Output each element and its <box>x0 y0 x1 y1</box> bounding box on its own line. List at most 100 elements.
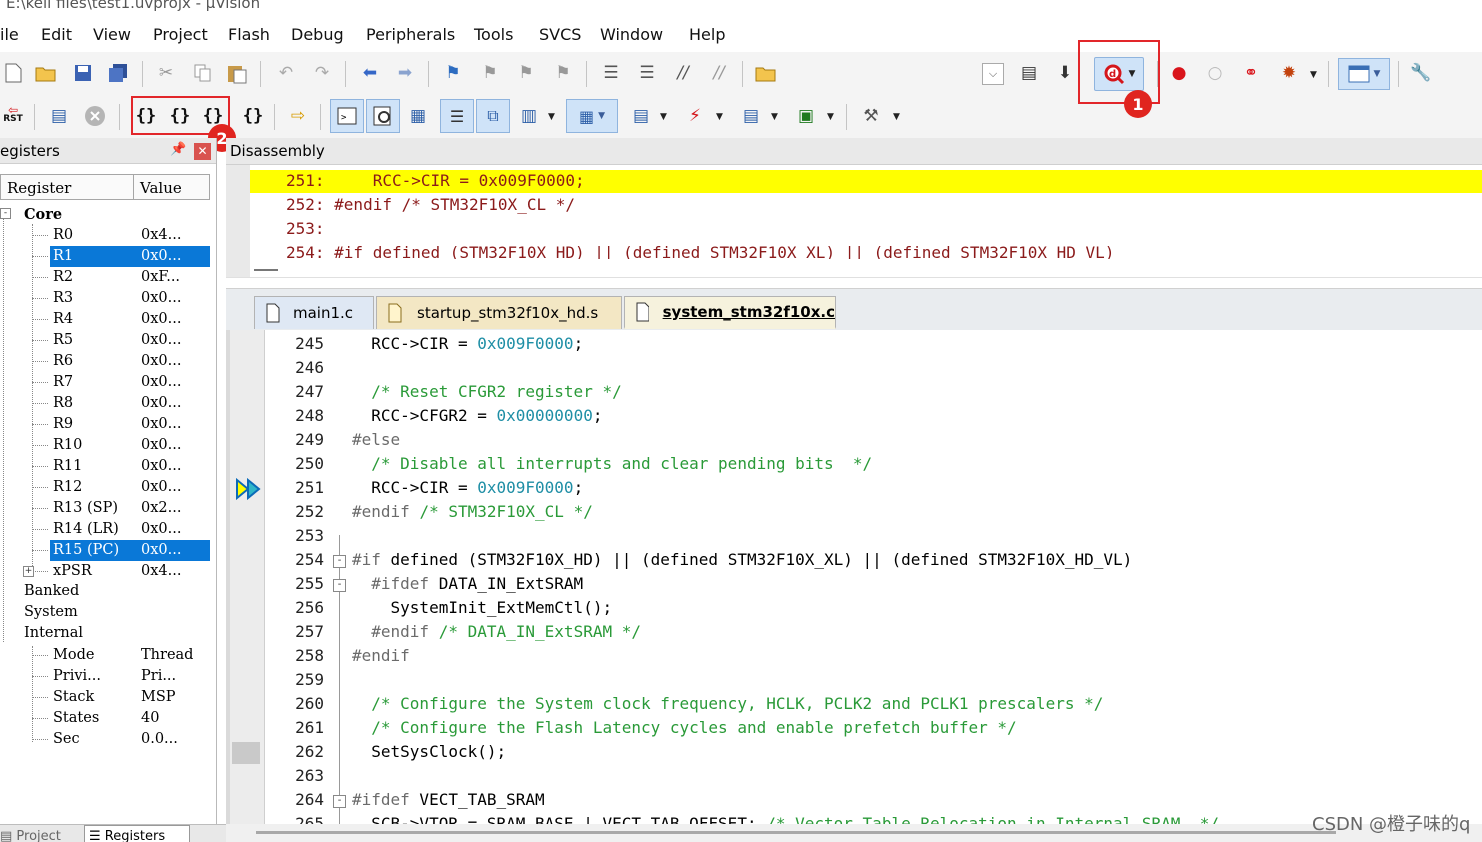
window-layout-button[interactable]: ▼ <box>1338 58 1390 90</box>
column-header-value[interactable]: Value <box>133 174 210 200</box>
code-line[interactable]: #endif <box>352 646 410 665</box>
trace-window-icon[interactable]: ▤ <box>738 103 764 129</box>
cut-icon[interactable]: ✂ <box>153 60 179 86</box>
target-dropdown[interactable]: ⌵ <box>982 63 1004 85</box>
code-line[interactable]: SCB->VTOR = SRAM_BASE | VECT_TAB_OFFSET;… <box>352 814 1219 824</box>
symbols-window-icon[interactable]: ▦ <box>405 103 431 129</box>
disassembly-line[interactable]: 254: #if defined (STM32F10X_HD) || (defi… <box>286 243 1114 259</box>
code-line[interactable]: /* Configure the System clock frequency,… <box>352 694 1103 713</box>
register-value[interactable]: 0x0... <box>141 477 181 498</box>
show-next-statement-icon[interactable]: ⇨ <box>285 103 311 129</box>
run-to-cursor-icon[interactable]: {} <box>240 103 266 129</box>
menu-project[interactable]: Project <box>153 25 208 44</box>
menu-tools[interactable]: Tools <box>474 25 513 44</box>
redo-icon[interactable]: ↷ <box>309 60 335 86</box>
run-icon[interactable]: ▤ <box>46 103 72 129</box>
register-value[interactable]: 0x0... <box>141 435 181 456</box>
collapse-core-icon[interactable]: - <box>0 208 11 219</box>
clear-bookmarks-icon[interactable]: ⚑ <box>550 60 576 86</box>
register-value[interactable]: 0x0... <box>141 456 181 477</box>
insert-breakpoint-icon[interactable]: ● <box>1166 60 1192 86</box>
watch-window-icon[interactable]: ▥ <box>516 103 542 129</box>
fold-toggle-icon[interactable]: - <box>333 555 346 568</box>
tree-group-core[interactable]: Core <box>24 204 62 225</box>
menu-debug[interactable]: Debug <box>291 25 344 44</box>
analysis-window-icon[interactable]: ⚡ <box>682 103 708 129</box>
code-line[interactable]: /* Disable all interrupts and clear pend… <box>352 454 872 473</box>
navigate-back-icon[interactable]: ⬅ <box>357 60 383 86</box>
disassembly-line[interactable]: 253: <box>286 219 325 238</box>
navigate-forward-icon[interactable]: ➡ <box>392 60 418 86</box>
code-line[interactable]: #if defined (STM32F10X_HD) || (defined S… <box>352 550 1132 569</box>
registers-window-button[interactable]: ☰ <box>440 99 474 133</box>
register-value[interactable]: 0x0... <box>141 351 181 372</box>
uncomment-icon[interactable]: // <box>706 60 732 86</box>
code-line[interactable]: SystemInit_ExtMemCtl(); <box>352 598 613 617</box>
toolbox-icon[interactable]: ⚒ <box>858 103 884 129</box>
unindent-icon[interactable]: ☰ <box>634 60 660 86</box>
code-line[interactable]: RCC->CFGR2 = 0x00000000; <box>352 406 602 425</box>
disassembly-window-button[interactable] <box>366 99 400 133</box>
tab-system-c[interactable]: system_stm32f10x.c <box>624 296 836 329</box>
tab-startup-s[interactable]: startup_stm32f10x_hd.s <box>376 296 622 329</box>
fold-toggle-icon[interactable]: - <box>333 579 346 592</box>
save-all-icon[interactable] <box>105 60 131 86</box>
menu-peripherals[interactable]: Peripherals <box>366 25 455 44</box>
code-line[interactable]: #else <box>352 430 400 449</box>
menu-flash[interactable]: Flash <box>228 25 270 44</box>
register-value[interactable]: 0x0... <box>141 540 181 561</box>
tree-group-banked[interactable]: Banked <box>24 581 79 602</box>
tab-registers[interactable]: ☰ Registers <box>84 825 191 842</box>
serial-window-icon[interactable]: ▤ <box>628 103 654 129</box>
stop-icon[interactable] <box>82 103 108 129</box>
fold-toggle-icon[interactable]: - <box>333 795 346 808</box>
horizontal-scrollbar[interactable] <box>226 824 1482 842</box>
next-bookmark-icon[interactable]: ⚑ <box>513 60 539 86</box>
open-folder-icon[interactable] <box>33 60 59 86</box>
register-value[interactable]: 0x0... <box>141 288 181 309</box>
kill-breakpoints-icon[interactable]: ✹ <box>1276 60 1302 86</box>
register-value[interactable]: 0xF... <box>141 267 180 288</box>
register-value[interactable]: 0x0... <box>141 330 181 351</box>
code-editor[interactable]: 245 RCC->CIR = 0x009F0000; 246 247 /* Rese… <box>226 330 1482 824</box>
bookmark-icon[interactable]: ⚑ <box>440 60 466 86</box>
menu-view[interactable]: View <box>93 25 131 44</box>
register-value[interactable]: 0x4... <box>141 225 181 246</box>
register-value[interactable]: 0x0... <box>141 414 181 435</box>
code-line[interactable]: #endif /* STM32F10X_CL */ <box>352 502 593 521</box>
code-line[interactable]: RCC->CIR = 0x009F0000; <box>352 334 583 353</box>
code-line[interactable]: #endif /* DATA_IN_ExtSRAM */ <box>352 622 641 641</box>
find-in-files-icon[interactable] <box>753 60 779 86</box>
register-value[interactable]: 0x0... <box>141 393 181 414</box>
disable-breakpoints-icon[interactable]: ⚭ <box>1238 60 1264 86</box>
code-line[interactable]: #ifdef DATA_IN_ExtSRAM <box>352 574 583 593</box>
paste-icon[interactable] <box>224 60 250 86</box>
register-value[interactable]: 0x0... <box>141 309 181 330</box>
column-header-register[interactable]: Register <box>0 174 134 200</box>
scrollbar-thumb[interactable] <box>256 831 1336 834</box>
menu-file[interactable]: ile <box>0 25 19 44</box>
copy-icon[interactable] <box>190 60 216 86</box>
register-value[interactable]: 0x0... <box>141 246 181 267</box>
menu-help[interactable]: Help <box>689 25 725 44</box>
call-stack-window-button[interactable]: ⧉ <box>476 99 510 133</box>
tree-group-system[interactable]: System <box>24 602 78 623</box>
indent-icon[interactable]: ☰ <box>598 60 624 86</box>
configure-wrench-icon[interactable]: 🔧 <box>1408 60 1434 86</box>
register-value[interactable]: 0x0... <box>141 372 181 393</box>
code-line[interactable]: RCC->CIR = 0x009F0000; <box>352 478 583 497</box>
comment-icon[interactable]: // <box>670 60 696 86</box>
tab-project[interactable]: ▤ Project <box>0 829 61 842</box>
tab-main1-c[interactable]: main1.c <box>254 296 374 329</box>
prev-bookmark-icon[interactable]: ⚑ <box>477 60 503 86</box>
code-line[interactable]: SetSysClock(); <box>352 742 506 761</box>
menu-edit[interactable]: Edit <box>41 25 72 44</box>
register-value[interactable]: 0x0... <box>141 519 181 540</box>
batch-build-icon[interactable]: ▤ <box>1016 60 1042 86</box>
code-line[interactable]: #ifdef VECT_TAB_SRAM <box>352 790 545 809</box>
code-line[interactable]: /* Configure the Flash Latency cycles an… <box>352 718 1016 737</box>
command-window-button[interactable]: > <box>330 99 364 133</box>
register-value[interactable]: 0x4... <box>141 561 181 582</box>
register-value[interactable]: 0x2... <box>141 498 181 519</box>
system-viewer-icon[interactable]: ▣ <box>793 103 819 129</box>
